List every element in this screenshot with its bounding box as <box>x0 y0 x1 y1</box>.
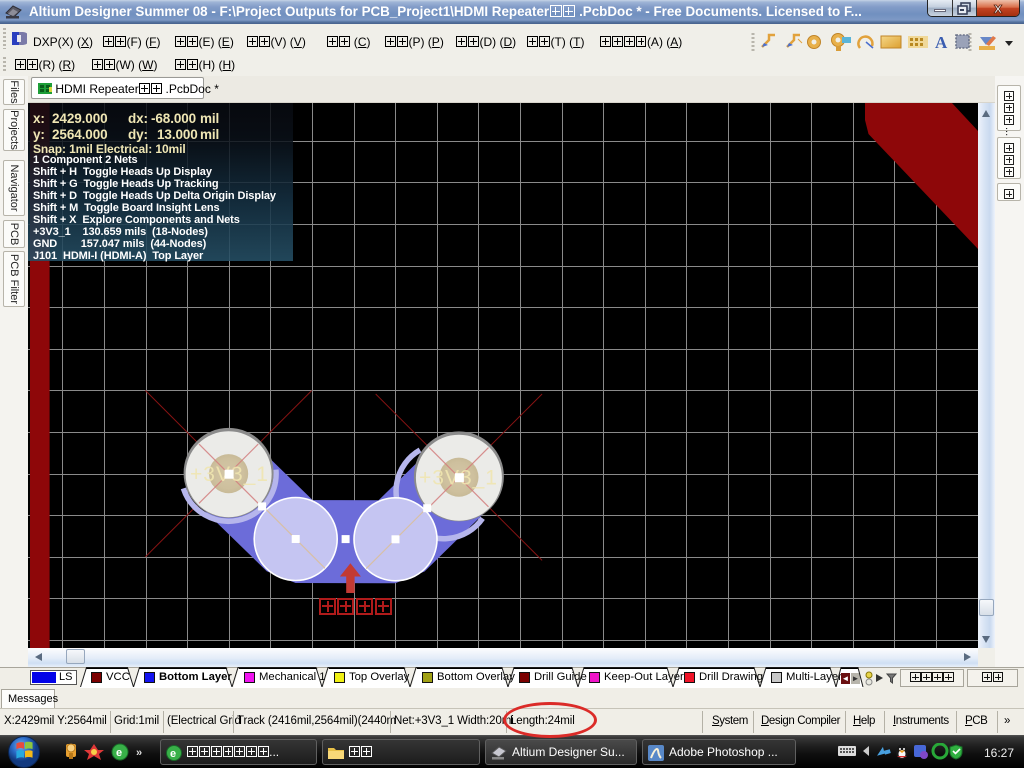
svg-text:x: x <box>994 0 1003 16</box>
svg-text:e: e <box>170 748 176 760</box>
svg-text:A: A <box>935 33 948 52</box>
svg-text:»: » <box>136 747 142 759</box>
svg-text:e: e <box>116 747 122 759</box>
